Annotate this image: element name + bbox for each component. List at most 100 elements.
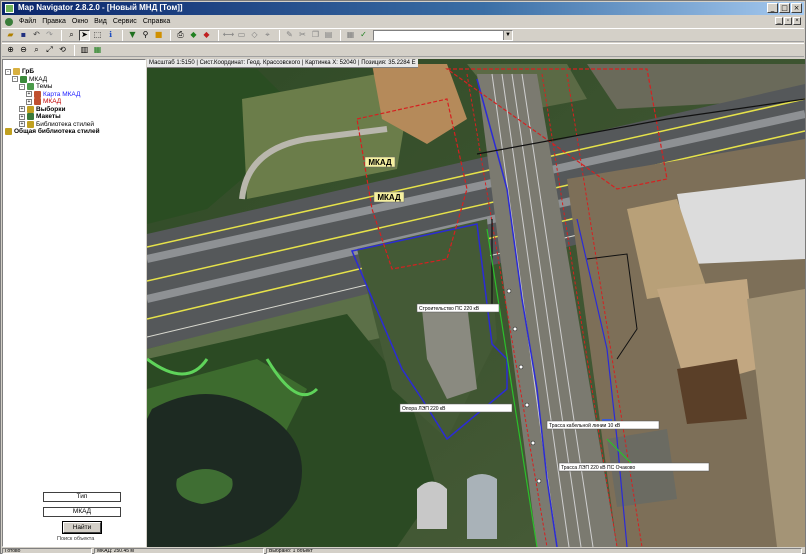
callout-text: Строительство ПС 220 кВ [419, 306, 480, 312]
select-rect-icon[interactable]: ⬚ [92, 30, 103, 41]
binoculars-icon[interactable]: ⚲ [140, 30, 151, 41]
pole-marker[interactable] [530, 440, 536, 446]
tree-item-label: Общая библиотека стилей [14, 128, 100, 135]
menu-help[interactable]: Справка [140, 18, 173, 25]
panel-toggle-icon[interactable]: ▥ [79, 45, 90, 56]
name-field[interactable]: МКАД [43, 507, 121, 517]
tree-item[interactable]: + Макеты [5, 113, 100, 121]
object-search-combo[interactable]: ▼ [373, 29, 513, 41]
menu-file[interactable]: Файл [16, 18, 39, 25]
zoom-window-icon[interactable]: ⌕ [31, 45, 42, 56]
minimize-button[interactable]: _ [767, 3, 778, 13]
zoom-out-icon[interactable]: ⊖ [18, 45, 29, 56]
menu-bar: Файл Правка Окно Вид Сервис Справка _ ▫ … [2, 16, 804, 27]
title-bar[interactable]: Map Navigator 2.8.2.0 - [Новый МНД [Том]… [2, 2, 804, 15]
folder-icon [13, 68, 20, 76]
pole-marker[interactable] [518, 364, 524, 370]
open-icon[interactable]: ▰ [5, 30, 16, 41]
pole-marker[interactable] [524, 402, 530, 408]
grid-icon[interactable]: ▦ [345, 30, 356, 41]
tree-item[interactable]: + МКАД [5, 98, 100, 106]
edit-icon[interactable]: ✎ [284, 30, 295, 41]
map-callout[interactable]: Трасса ЛЭП 220 кВ ПС Очаково [558, 462, 710, 472]
tree-item-label: ГрБ [22, 68, 35, 75]
road-label-mkad: МКАД [364, 156, 396, 168]
tree-item[interactable]: + Библиотека стилей [5, 121, 100, 129]
tree-item[interactable]: + Выборки [5, 106, 100, 114]
maximize-button[interactable]: □ [779, 3, 790, 13]
menu-view[interactable]: Вид [91, 18, 110, 25]
expand-icon[interactable]: + [19, 113, 25, 120]
close-button[interactable]: × [791, 3, 802, 13]
map-callout[interactable]: Трасса кабельной линии 10 кВ [546, 420, 660, 430]
expand-icon[interactable]: + [26, 91, 32, 98]
excavation-pit [677, 359, 747, 424]
pole-marker[interactable] [536, 478, 542, 484]
filter-icon[interactable]: ▼ [127, 30, 138, 41]
type-field[interactable]: Тип [43, 492, 121, 502]
road-label-text: МКАД [368, 158, 392, 167]
node-icon[interactable]: ◇ [249, 30, 260, 41]
check-icon[interactable]: ✓ [358, 30, 369, 41]
map-view[interactable]: МКАД МКАД Строительство ПС 220 кВ Опора … [147, 59, 805, 547]
red-marker-icon[interactable]: ◆ [201, 30, 212, 41]
menu-window[interactable]: Окно [69, 18, 91, 25]
save-icon[interactable]: ▪ [18, 30, 29, 41]
collapse-icon[interactable]: - [5, 68, 11, 75]
measure-icon[interactable]: ⟷ [223, 30, 234, 41]
info-icon[interactable]: ℹ [105, 30, 116, 41]
child-minimize-button[interactable]: _ [775, 17, 783, 25]
document-icon [5, 17, 13, 26]
layer-tree: - ГрБ - МКАД - Темы + Карта МКАД + МКАД + Выборки + М… [5, 68, 100, 136]
tree-item[interactable]: - МКАД [5, 76, 100, 84]
snap-icon[interactable]: ⌖ [262, 30, 273, 41]
tree-item[interactable]: - Темы [5, 83, 100, 91]
pole-marker[interactable] [512, 326, 518, 332]
grid-toggle-icon[interactable]: ▦ [92, 45, 103, 56]
tree-item[interactable]: - ГрБ [5, 68, 100, 76]
area-icon[interactable]: ▭ [236, 30, 247, 41]
expand-icon[interactable]: + [26, 98, 32, 105]
menu-service[interactable]: Сервис [110, 18, 140, 25]
undo-icon[interactable]: ↶ [31, 30, 42, 41]
pointer-icon[interactable]: ➤ [79, 29, 90, 41]
tree-item-label: МКАД [29, 75, 48, 83]
tree-item-label: Выборки [36, 105, 66, 113]
expand-icon[interactable]: + [19, 106, 25, 113]
cut-icon[interactable]: ✂ [297, 30, 308, 41]
child-close-button[interactable]: × [793, 17, 801, 25]
green-marker-icon[interactable]: ◆ [188, 30, 199, 41]
find-button[interactable]: Найти [62, 521, 102, 534]
layer-color-icon[interactable]: ■ [153, 30, 164, 41]
status-cell: МКАД: 250.45 м [94, 548, 264, 554]
toolbar-separator [170, 29, 171, 41]
tree-item[interactable]: Общая библиотека стилей [5, 128, 100, 136]
map-callout[interactable]: Строительство ПС 220 кВ [416, 303, 500, 313]
menu-edit[interactable]: Правка [39, 18, 69, 25]
tree-item-label: Темы [36, 83, 53, 90]
paste-icon[interactable]: ▤ [323, 30, 334, 41]
copy-icon[interactable]: ❐ [310, 30, 321, 41]
collapse-icon[interactable]: - [12, 76, 18, 83]
chevron-down-icon[interactable]: ▼ [503, 30, 512, 40]
zoom-previous-icon[interactable]: ⟲ [57, 45, 68, 56]
print-icon[interactable]: ⎙ [175, 30, 186, 41]
tree-item[interactable]: + Карта МКАД [5, 91, 100, 99]
zoom-in-icon[interactable]: ⊕ [5, 45, 16, 56]
zoom-icon[interactable]: ⌕ [66, 30, 77, 41]
map-icon [34, 98, 41, 106]
satellite-map[interactable]: МКАД МКАД Строительство ПС 220 кВ Опора … [147, 59, 805, 547]
status-bar: Готово МКАД: 250.45 м Выбрано: 1 объект [2, 548, 804, 554]
child-restore-button[interactable]: ▫ [784, 17, 792, 25]
callout-text: Трасса кабельной линии 10 кВ [549, 422, 621, 429]
toolbar-separator [340, 29, 341, 41]
map-callout[interactable]: Опора ЛЭП 220 кВ [399, 403, 513, 413]
map-info-bar: Масштаб 1:5150 | Сист.Координат: Геод. К… [147, 59, 418, 68]
globe-icon [20, 75, 27, 83]
pole-marker[interactable] [506, 288, 512, 294]
collapse-icon[interactable]: - [19, 83, 25, 90]
toolbar-separator [61, 29, 62, 41]
redo-icon[interactable]: ↷ [44, 30, 55, 41]
zoom-extent-icon[interactable]: ⤢ [44, 45, 55, 56]
expand-icon[interactable]: + [19, 121, 25, 128]
